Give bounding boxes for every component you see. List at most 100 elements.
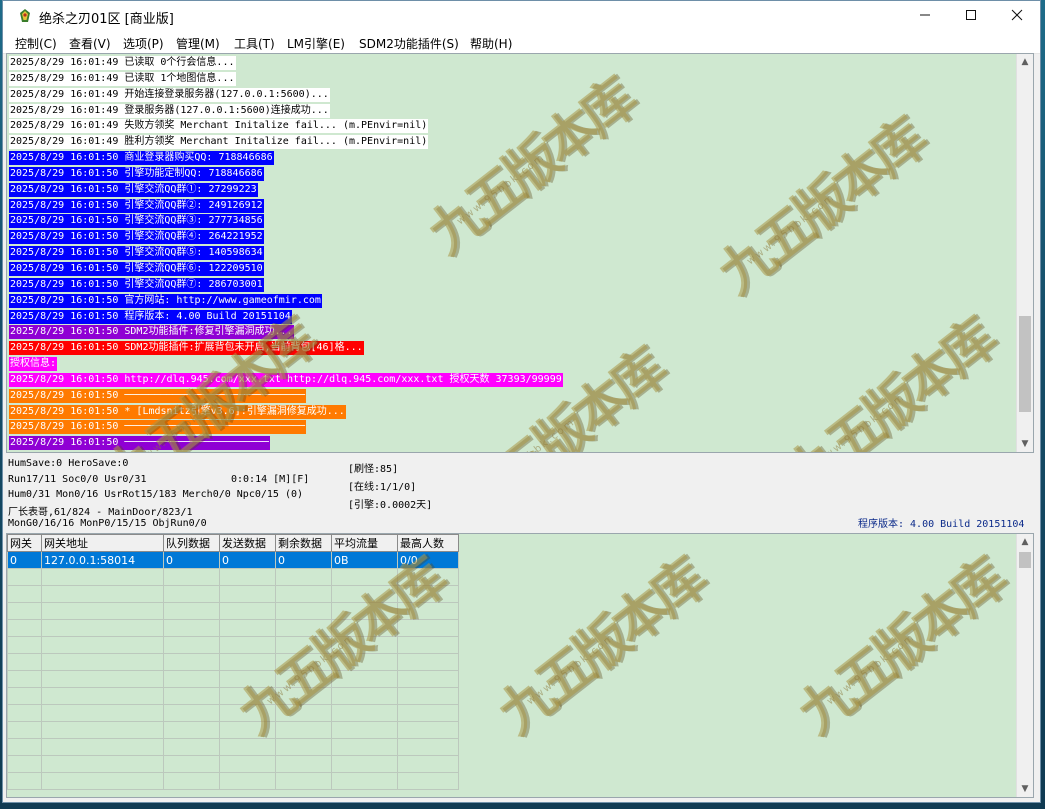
empty-row [7,721,459,739]
log-line: 2025/8/29 16:01:50 引擎交流QQ群④: 264221952 [9,229,563,245]
column-header[interactable]: 网关 [7,534,42,552]
gateway-table[interactable]: 网关 网关地址 队列数据 发送数据 剩余数据 平均流量 最高人数 0 127.0… [7,534,459,790]
log-line: 2025/8/29 16:01:50 引擎交流QQ群②: 249126912 [9,198,563,214]
log-line-text: 2025/8/29 16:01:50 ─────────────────────… [9,388,307,403]
table-cell: 0B [331,551,398,569]
log-line: 2025/8/29 16:01:49 已读取 0个行会信息... [9,55,563,71]
status-hum: Hum0/31 Mon0/16 UsrRot15/183 Merch0/0 Np… [8,489,304,500]
log-line: 2025/8/29 16:01:50 引擎交流QQ群⑦: 286703001 [9,277,563,293]
log-line-text: 2025/8/29 16:01:49 已读取 1个地图信息... [9,71,236,86]
empty-row [7,653,459,671]
scroll-up-icon[interactable]: ▲ [1017,534,1033,550]
log-line: 2025/8/29 16:01:50 SDM2功能插件:扩展背包未开启,当前背包… [9,340,563,356]
empty-row [7,772,459,790]
maximize-button[interactable] [948,1,994,31]
menu-tools[interactable]: 工具(T) [234,35,275,52]
log-line-text: 2025/8/29 16:01:50 http://dlq.945.com/xx… [9,372,563,387]
watermark-text: 九五版本库 [485,547,715,747]
log-line-text: 2025/8/29 16:01:50 官方网站: http://www.game… [9,293,322,308]
column-header[interactable]: 发送数据 [219,534,276,552]
log-line-text: 2025/8/29 16:01:50 SDM2功能插件:扩展背包未开启,当前背包… [9,341,364,356]
log-line-text: 2025/8/29 16:01:50 引擎交流QQ群⑦: 286703001 [9,277,264,292]
log-line-text: 2025/8/29 16:01:50 ─────────────────────… [9,436,270,451]
app-icon [20,9,30,22]
watermark-text: 九五版本库 [705,107,935,307]
menu-bar: 控制(C) 查看(V) 选项(P) 管理(M) 工具(T) LM引擎(E) SD… [3,31,1040,54]
log-list: 2025/8/29 16:01:49 已读取 0个行会信息... 2025/8/2… [9,55,563,451]
log-line-text: 2025/8/29 16:01:49 登录服务器(127.0.0.1:5600)… [9,103,330,118]
column-header[interactable]: 最高人数 [397,534,459,552]
scroll-down-icon[interactable]: ▼ [1017,781,1033,797]
log-line-text: 2025/8/29 16:01:49 失败方领奖 Merchant Inital… [9,119,429,134]
program-version: 程序版本: 4.00 Build 20151104 [858,519,1025,530]
empty-row [7,636,459,654]
scroll-thumb[interactable] [1019,316,1031,412]
grid-scrollbar[interactable]: ▲ ▼ [1016,534,1033,797]
status-map: 厂长表哥,61/824 - MainDoor/823/1 [8,507,193,518]
menu-sdm2-plugin[interactable]: SDM2功能插件(S) [359,35,459,52]
watermark-url: www.95bbk.com [815,391,908,453]
status-online: [在线:1/1/0] [348,482,417,493]
log-line-text: 2025/8/29 16:01:50 引擎功能定制QQ: 718846686 [9,166,264,181]
log-line: 授权信息: [9,356,563,372]
empty-row [7,704,459,722]
watermark-url: www.95bbk.com [525,631,618,708]
minimize-button[interactable] [902,1,948,31]
log-line-text: 2025/8/29 16:01:50 引擎交流QQ群⑤: 140598634 [9,246,264,261]
status-run: Run17/11 Soc0/0 Usr0/31 [8,474,147,485]
scroll-thumb[interactable] [1019,552,1031,568]
table-cell: 0 [7,551,42,569]
table-cell: 0 [275,551,332,569]
log-line-text: 2025/8/29 16:01:50 引擎交流QQ群⑥: 122209510 [9,261,264,276]
title-bar[interactable]: 绝杀之刃01区 [商业版] [3,1,1040,31]
log-line-text: 2025/8/29 16:01:50 引擎交流QQ群②: 249126912 [9,198,264,213]
empty-row [7,755,459,773]
empty-row [7,585,459,603]
log-line-text: 2025/8/29 16:01:49 已读取 0个行会信息... [9,56,236,70]
close-button[interactable] [994,1,1040,31]
log-line: 2025/8/29 16:01:50 引擎交流QQ群⑥: 122209510 [9,261,563,277]
status-mon: MonG0/16/16 MonP0/15/15 ObjRun0/0 [8,518,207,529]
empty-row [7,687,459,705]
log-line: 2025/8/29 16:01:50 引擎交流QQ群①: 27299223 [9,182,563,198]
empty-row [7,568,459,586]
maximize-icon [966,10,976,20]
close-icon [1011,9,1023,21]
menu-manage[interactable]: 管理(M) [176,35,220,52]
log-panel[interactable]: 2025/8/29 16:01:49 已读取 0个行会信息... 2025/8/2… [6,53,1034,453]
status-save: HumSave:0 HeroSave:0 [8,458,129,469]
log-line-text: 2025/8/29 16:01:50 引擎交流QQ群①: 27299223 [9,182,258,197]
menu-control[interactable]: 控制(C) [15,35,57,52]
menu-lm-engine[interactable]: LM引擎(E) [287,35,345,52]
watermark-text: 九五版本库 [775,307,1005,453]
menu-view[interactable]: 查看(V) [69,35,111,52]
window-title: 绝杀之刃01区 [商业版] [39,12,174,27]
log-line: 2025/8/29 16:01:50 ─────────────────────… [9,419,563,435]
log-line: 2025/8/29 16:01:49 开始连接登录服务器(127.0.0.1:5… [9,87,563,103]
log-line-text: 2025/8/29 16:01:49 胜利方领奖 Merchant Inital… [9,135,429,150]
log-line-text: 2025/8/29 16:01:50 引擎交流QQ群③: 277734856 [9,214,264,229]
empty-row [7,670,459,688]
menu-help[interactable]: 帮助(H) [470,35,512,52]
column-header[interactable]: 队列数据 [163,534,220,552]
log-line: 2025/8/29 16:01:50 http://dlq.945.com/xx… [9,372,563,388]
column-header[interactable]: 平均流量 [331,534,398,552]
log-line: 2025/8/29 16:01:49 已读取 1个地图信息... [9,71,563,87]
table-cell: 127.0.0.1:58014 [41,551,164,569]
log-line-text: 2025/8/29 16:01:50 程序版本: 4.00 Build 2015… [9,309,292,324]
scroll-up-icon[interactable]: ▲ [1017,54,1033,70]
scroll-down-icon[interactable]: ▼ [1017,436,1033,452]
log-line: 2025/8/29 16:01:50 引擎交流QQ群⑤: 140598634 [9,245,563,261]
log-line-text: 2025/8/29 16:01:50 * [Lmdsnitz引擎v3.6]:引擎… [9,404,346,419]
table-row[interactable]: 0 127.0.0.1:58014 0 0 0 0B 0/0 [7,551,459,569]
log-line: 2025/8/29 16:01:49 失败方领奖 Merchant Inital… [9,118,563,134]
log-line-text: 2025/8/29 16:01:49 开始连接登录服务器(127.0.0.1:5… [9,87,330,102]
log-line: 2025/8/29 16:01:50 程序版本: 4.00 Build 2015… [9,309,563,325]
watermark-url: www.95bbk.com [825,631,918,708]
gateway-grid-panel[interactable]: 网关 网关地址 队列数据 发送数据 剩余数据 平均流量 最高人数 0 127.0… [6,533,1034,798]
menu-options[interactable]: 选项(P) [123,35,164,52]
column-header[interactable]: 剩余数据 [275,534,332,552]
column-header[interactable]: 网关地址 [41,534,164,552]
log-scrollbar[interactable]: ▲ ▼ [1016,54,1033,452]
watermark-url: www.95bbk.com [745,191,838,268]
